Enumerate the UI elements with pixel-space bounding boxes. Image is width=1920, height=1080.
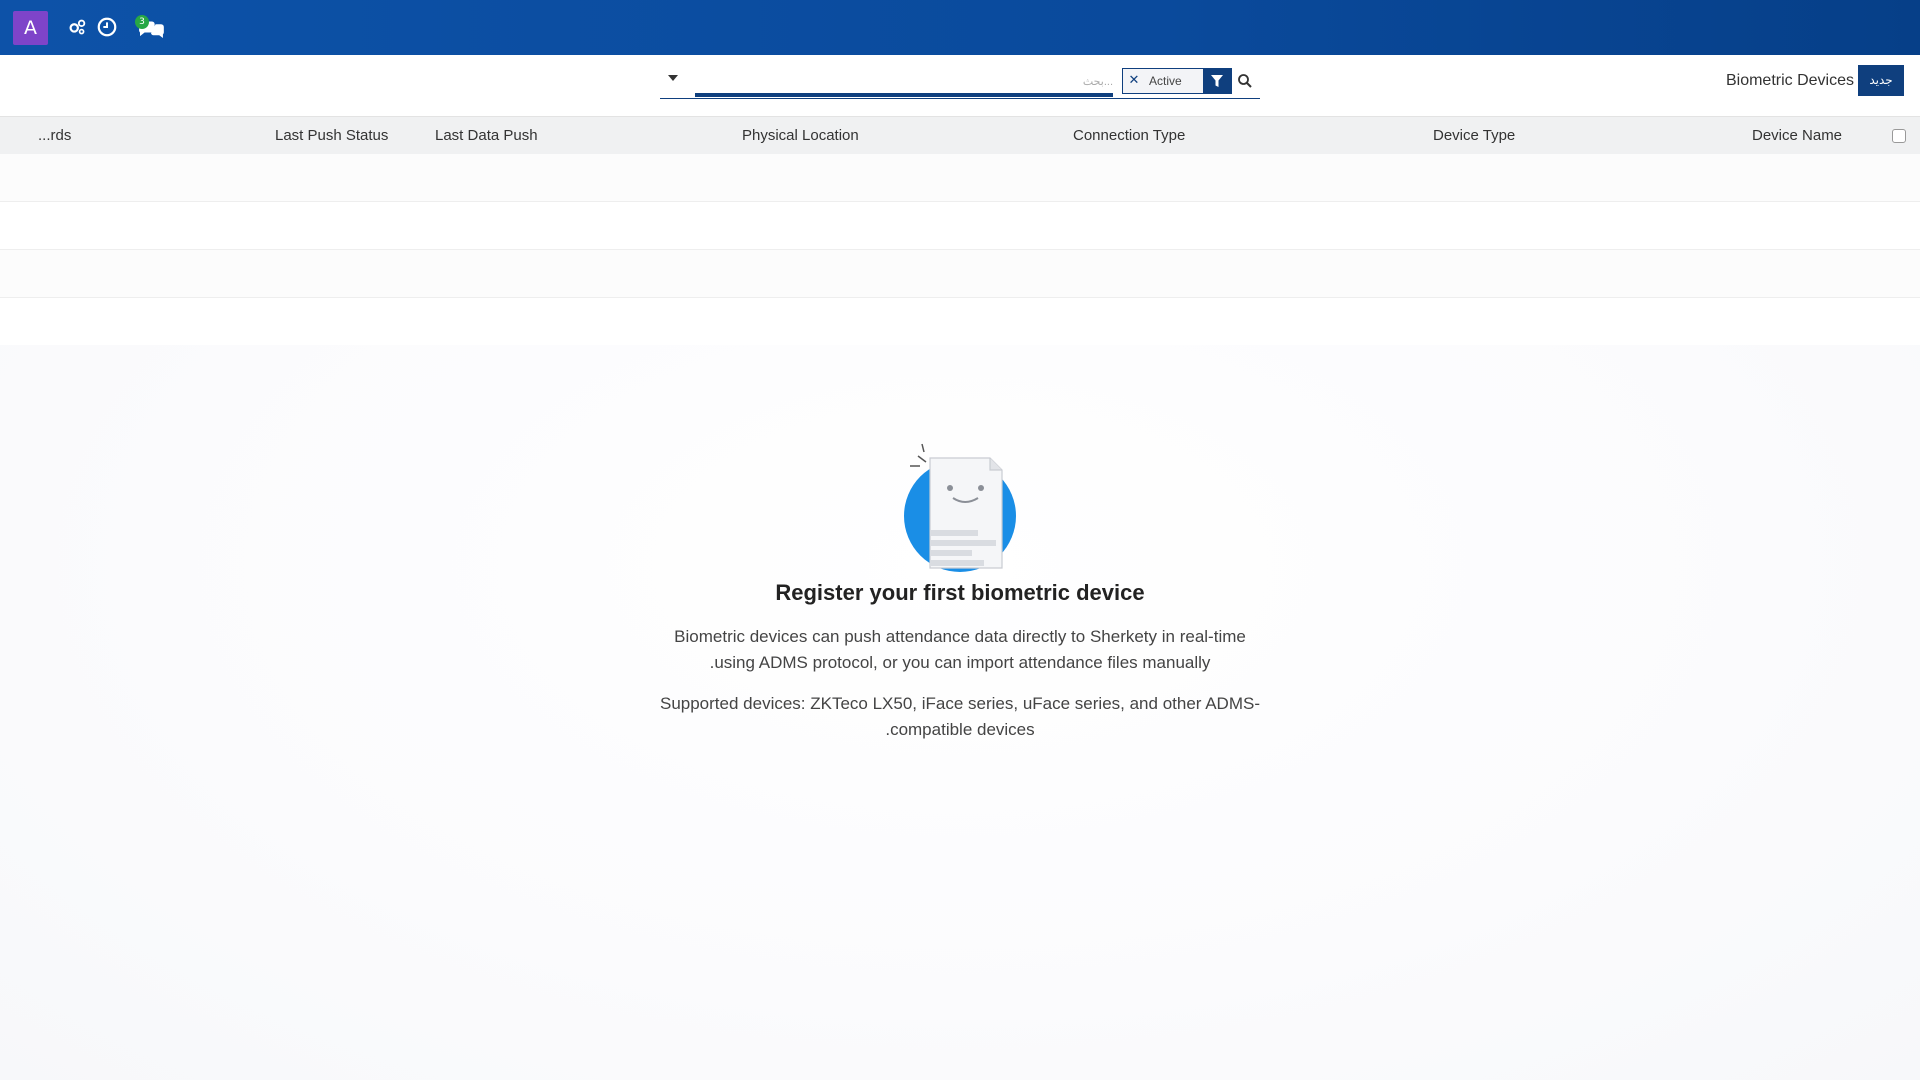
table-row [0,298,1920,346]
active-filter-facet: ✕ Active [1122,68,1232,94]
new-button[interactable]: جديد [1858,65,1904,96]
table-row [0,154,1920,202]
filter-icon [1203,69,1231,93]
column-records[interactable]: ...rds [38,127,71,144]
search-icon[interactable] [1237,73,1253,89]
empty-document-illustration-icon [900,438,1020,576]
column-connection-type[interactable]: Connection Type [1073,127,1185,144]
table-row [0,202,1920,250]
search-options-dropdown[interactable] [668,75,678,81]
empty-state-description: Biometric devices can push attendance da… [640,624,1280,676]
empty-state-line: Supported devices: ZKTeco LX50, iFace se… [659,694,1260,713]
table-row [0,250,1920,298]
empty-state-line: .compatible devices [885,720,1035,739]
select-all-checkbox[interactable] [1892,129,1906,143]
messages-count-badge: 3 [135,15,149,29]
top-navbar: A 3 [0,0,1920,55]
column-physical-location[interactable]: Physical Location [742,127,859,144]
page-title: Biometric Devices [1725,72,1854,89]
clock-icon[interactable] [96,16,118,38]
control-panel: جديد Biometric Devices ✕ Active [0,55,1920,117]
column-last-data-push[interactable]: Last Data Push [435,127,538,144]
search-input[interactable] [695,71,1113,97]
search-panel: ✕ Active [660,65,1260,99]
empty-state-line: Biometric devices can push attendance da… [674,627,1246,646]
empty-state-title: Register your first biometric device [775,580,1145,605]
user-avatar[interactable]: A [13,11,48,45]
column-device-type[interactable]: Device Type [1433,127,1515,144]
column-last-push-status[interactable]: Last Push Status [275,127,388,144]
column-device-name[interactable]: Device Name [1752,127,1842,144]
supported-devices-note: Supported devices: ZKTeco LX50, iFace se… [640,691,1280,743]
facet-remove-button[interactable]: ✕ [1123,69,1145,93]
settings-cog-icon[interactable] [66,16,88,38]
table-header: Device Name Device Type Connection Type … [0,117,1920,154]
empty-state-line: .using ADMS protocol, or you can import … [709,653,1211,672]
facet-value: Active [1149,74,1182,88]
